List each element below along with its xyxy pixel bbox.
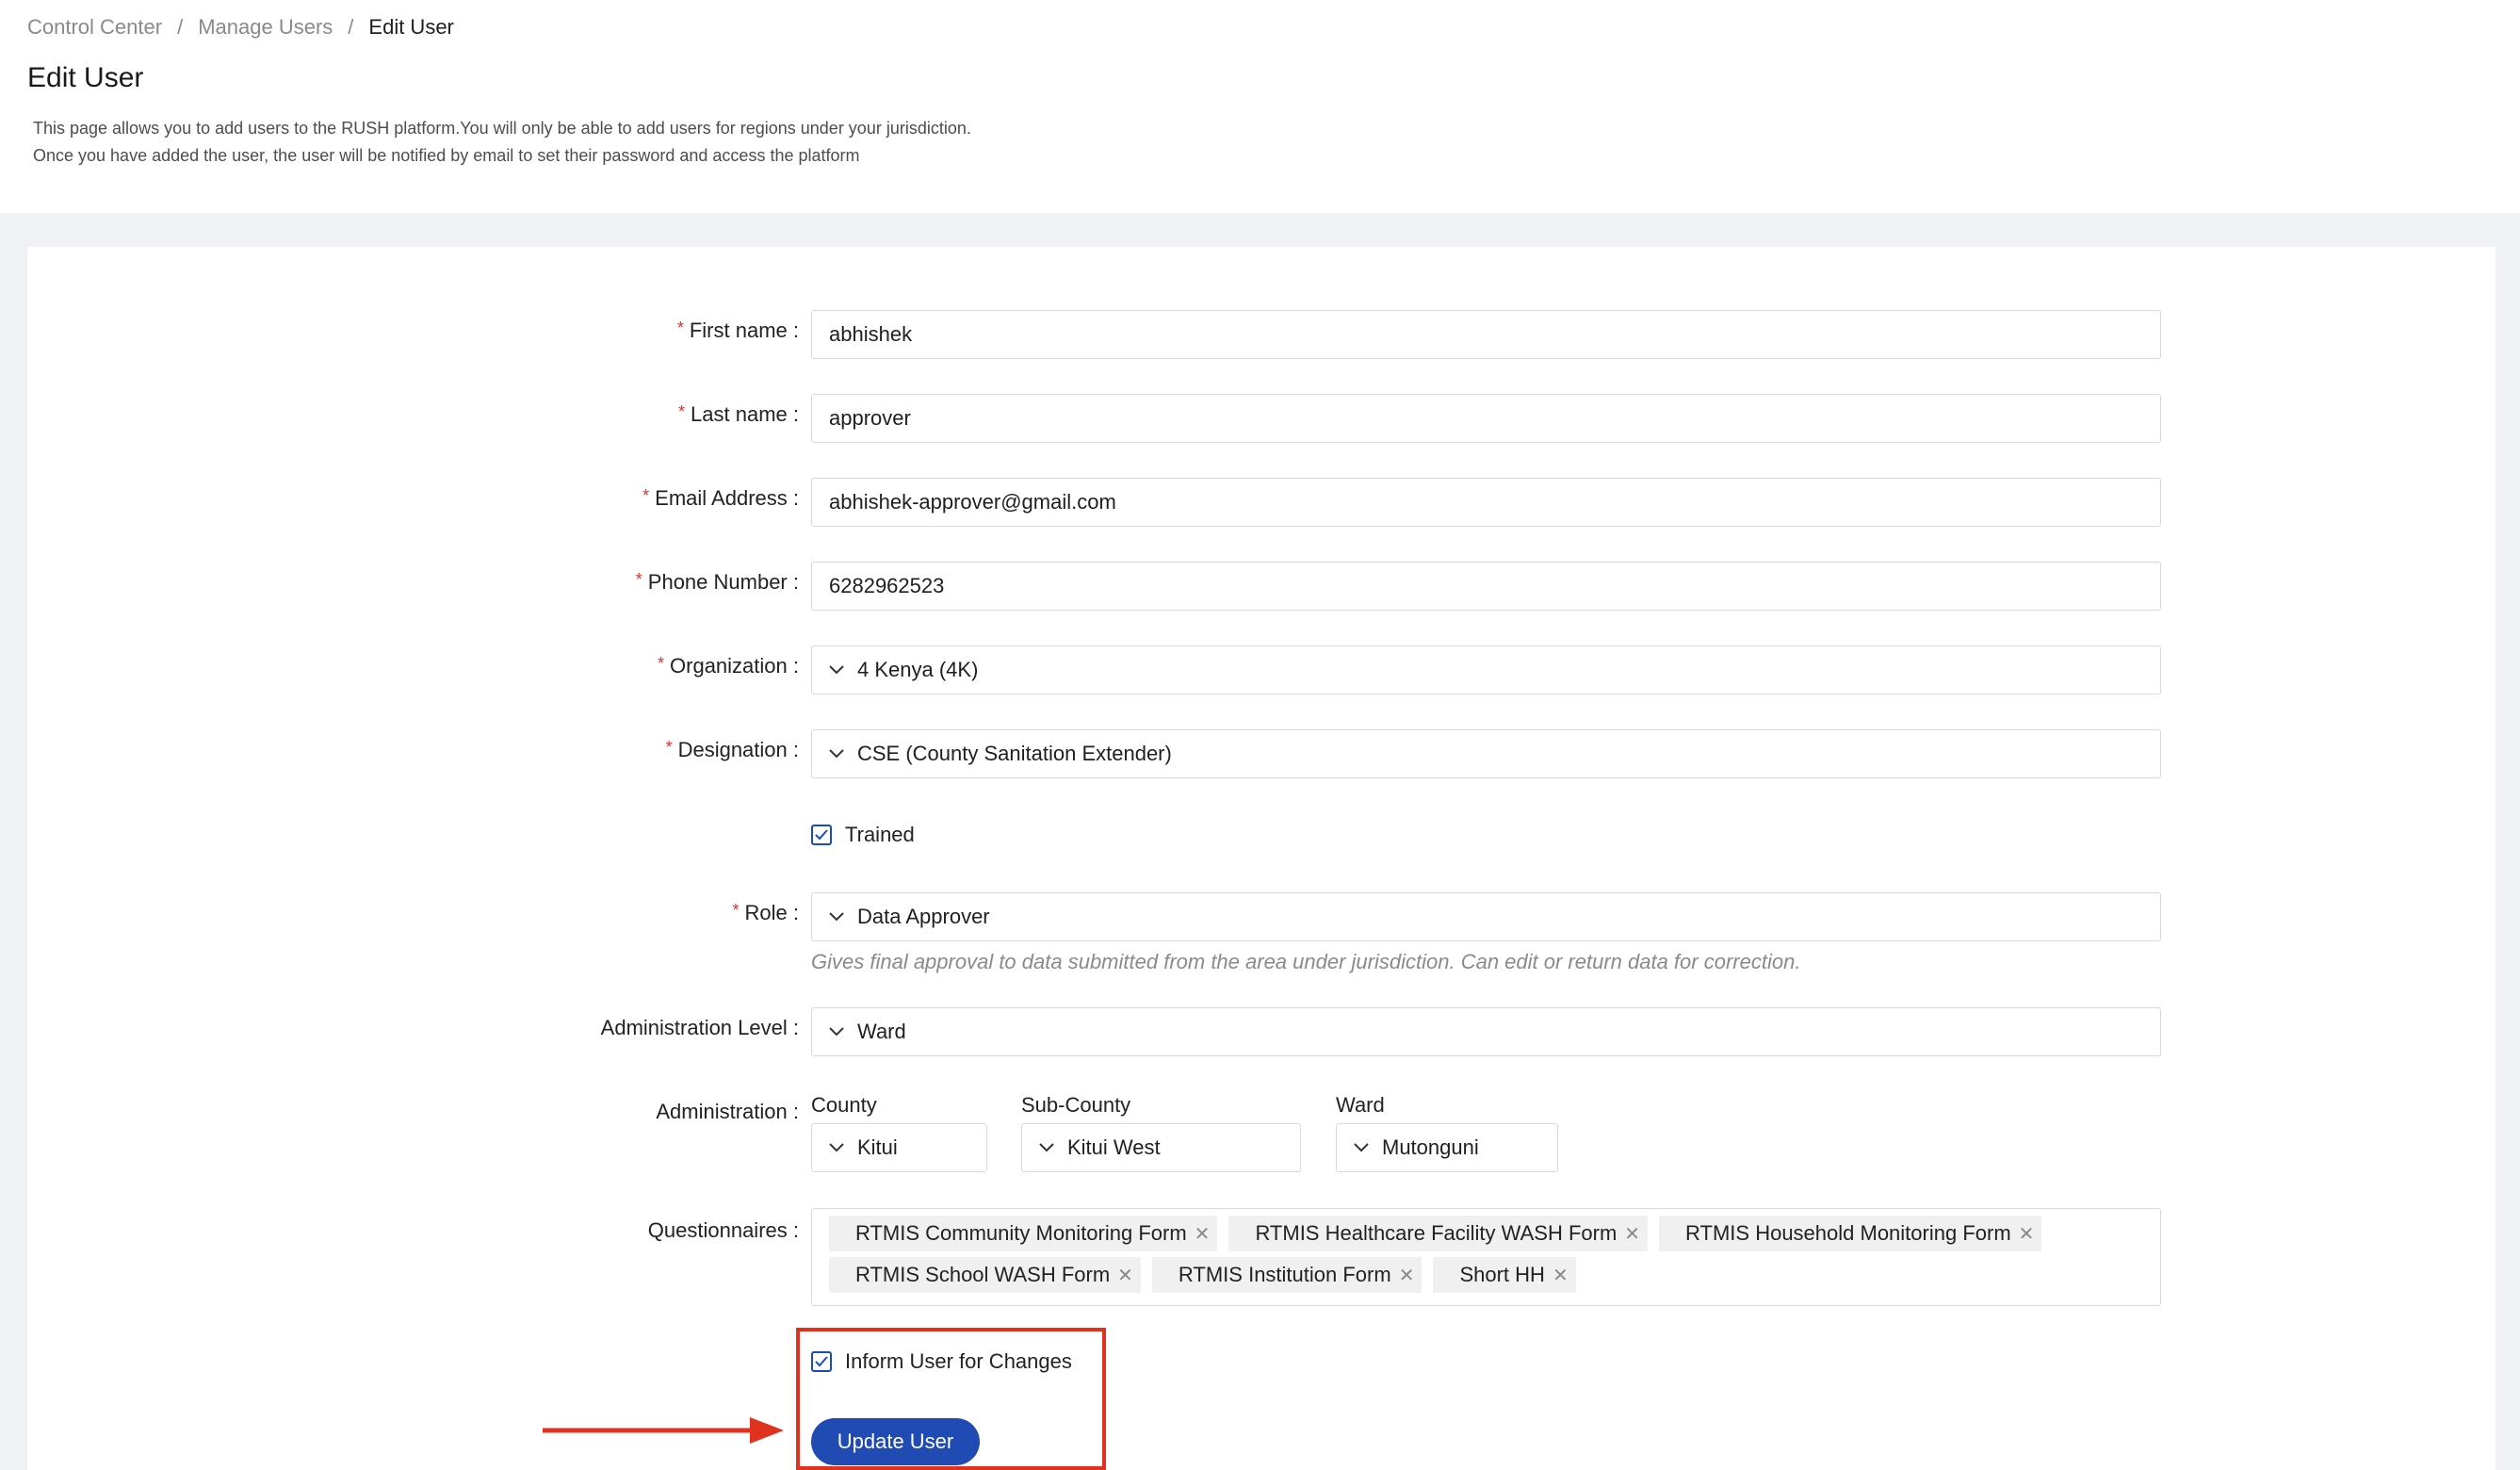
- required-mark: *: [658, 654, 665, 673]
- email-value: abhishek-approver@gmail.com: [829, 490, 1116, 514]
- email-input[interactable]: abhishek-approver@gmail.com: [811, 478, 2161, 527]
- chevron-down-icon: [829, 1143, 844, 1152]
- close-icon[interactable]: ✕: [2019, 1222, 2035, 1246]
- questionnaire-tag-label: Short HH: [1459, 1263, 1545, 1286]
- organization-value: 4 Kenya (4K): [857, 658, 979, 681]
- role-value: Data Approver: [857, 905, 990, 928]
- administration-label-text: Administration: [656, 1100, 788, 1123]
- county-select[interactable]: Kitui: [811, 1123, 987, 1172]
- close-icon[interactable]: ✕: [1399, 1264, 1415, 1287]
- questionnaires-select[interactable]: RTMIS Community Monitoring Form ✕ RTMIS …: [811, 1208, 2161, 1306]
- trained-label: Trained: [845, 823, 915, 846]
- chevron-down-icon: [1039, 1143, 1054, 1152]
- designation-value: CSE (County Sanitation Extender): [857, 742, 1172, 765]
- sub-county-select[interactable]: Kitui West: [1021, 1123, 1301, 1172]
- last-name-value: approver: [829, 406, 911, 430]
- required-mark: *: [676, 318, 684, 337]
- questionnaire-tag-label: RTMIS Community Monitoring Form: [855, 1221, 1187, 1245]
- ward-group: Ward Mutonguni: [1336, 1093, 1558, 1172]
- trained-checkbox-row[interactable]: Trained: [811, 823, 915, 847]
- phone-input[interactable]: 6282962523: [811, 562, 2161, 611]
- required-mark: *: [635, 570, 642, 589]
- chevron-down-icon: [829, 665, 844, 675]
- questionnaire-tag-label: RTMIS Healthcare Facility WASH Form: [1255, 1221, 1618, 1245]
- breadcrumb-current: Edit User: [368, 15, 454, 39]
- phone-value: 6282962523: [829, 574, 945, 597]
- sub-county-value: Kitui West: [1067, 1135, 1161, 1159]
- page-header: Control Center / Manage Users / Edit Use…: [0, 0, 2520, 213]
- sub-county-group: Sub-County Kitui West: [1021, 1093, 1301, 1172]
- arrow-right-icon: [543, 1417, 784, 1444]
- close-icon[interactable]: ✕: [1195, 1222, 1211, 1246]
- phone-label: * Phone Number :: [635, 570, 799, 594]
- chevron-down-icon: [1354, 1143, 1369, 1152]
- questionnaire-tag: RTMIS School WASH Form ✕: [829, 1257, 1141, 1293]
- county-group: County Kitui: [811, 1093, 987, 1172]
- designation-label-text: Designation: [677, 738, 788, 761]
- check-icon: [815, 829, 828, 841]
- last-name-label: * Last name :: [678, 402, 799, 426]
- role-label: * Role :: [732, 901, 800, 924]
- email-label-text: Email Address: [655, 486, 788, 510]
- required-mark: *: [642, 486, 650, 505]
- admin-level-select[interactable]: Ward: [811, 1007, 2161, 1056]
- role-label-text: Role: [744, 901, 788, 924]
- questionnaire-tag: Short HH ✕: [1433, 1257, 1576, 1293]
- required-mark: *: [732, 901, 740, 920]
- questionnaires-label: Questionnaires :: [647, 1218, 799, 1242]
- page-description-line: This page allows you to add users to the…: [33, 119, 971, 138]
- questionnaire-tag-label: RTMIS Institution Form: [1178, 1263, 1391, 1286]
- first-name-label-text: First name: [689, 318, 788, 342]
- phone-label-text: Phone Number: [647, 570, 788, 594]
- sub-county-label: Sub-County: [1021, 1093, 1131, 1117]
- questionnaire-tag: RTMIS Community Monitoring Form ✕: [829, 1216, 1218, 1251]
- admin-level-label-text: Administration Level: [600, 1016, 788, 1039]
- questionnaire-tag-label: RTMIS Household Monitoring Form: [1685, 1221, 2011, 1245]
- designation-label: * Designation :: [665, 738, 799, 761]
- admin-level-label: Administration Level :: [600, 1016, 799, 1039]
- county-label: County: [811, 1093, 877, 1117]
- chevron-down-icon: [829, 912, 844, 922]
- ward-label: Ward: [1336, 1093, 1385, 1117]
- close-icon[interactable]: ✕: [1553, 1264, 1569, 1287]
- breadcrumb: Control Center / Manage Users / Edit Use…: [27, 15, 454, 40]
- breadcrumb-control-center[interactable]: Control Center: [27, 15, 162, 40]
- organization-label-text: Organization: [670, 654, 788, 678]
- breadcrumb-manage-users[interactable]: Manage Users: [198, 15, 333, 40]
- last-name-input[interactable]: approver: [811, 394, 2161, 443]
- admin-level-value: Ward: [857, 1020, 906, 1043]
- organization-label: * Organization :: [658, 654, 799, 678]
- email-label: * Email Address :: [642, 486, 799, 510]
- role-hint: Gives final approval to data submitted f…: [811, 950, 1801, 973]
- breadcrumb-separator: /: [177, 15, 184, 39]
- last-name-label-text: Last name: [691, 402, 788, 426]
- designation-select[interactable]: CSE (County Sanitation Extender): [811, 729, 2161, 778]
- administration-label: Administration :: [656, 1100, 799, 1123]
- questionnaire-tag: RTMIS Institution Form ✕: [1151, 1257, 1423, 1293]
- chevron-down-icon: [829, 749, 844, 759]
- questionnaire-tag: RTMIS Healthcare Facility WASH Form ✕: [1228, 1216, 1649, 1251]
- close-icon[interactable]: ✕: [1624, 1222, 1640, 1246]
- trained-checkbox[interactable]: [811, 825, 832, 845]
- page-title: Edit User: [27, 62, 144, 93]
- questionnaire-tag: RTMIS Household Monitoring Form ✕: [1659, 1216, 2042, 1251]
- first-name-input[interactable]: abhishek: [811, 310, 2161, 359]
- ward-select[interactable]: Mutonguni: [1336, 1123, 1558, 1172]
- chevron-down-icon: [829, 1027, 844, 1037]
- county-value: Kitui: [857, 1135, 898, 1159]
- organization-select[interactable]: 4 Kenya (4K): [811, 645, 2161, 694]
- required-mark: *: [665, 738, 673, 757]
- required-mark: *: [678, 402, 686, 421]
- breadcrumb-separator: /: [348, 15, 354, 39]
- first-name-value: abhishek: [829, 322, 913, 346]
- page-description: This page allows you to add users to the…: [33, 115, 971, 170]
- page-description-line: Once you have added the user, the user w…: [33, 146, 860, 165]
- close-icon[interactable]: ✕: [1117, 1264, 1133, 1287]
- highlight-box: [796, 1328, 1106, 1470]
- questionnaire-tag-label: RTMIS School WASH Form: [855, 1263, 1111, 1286]
- first-name-label: * First name :: [676, 318, 799, 342]
- questionnaires-label-text: Questionnaires: [647, 1218, 788, 1242]
- ward-value: Mutonguni: [1382, 1135, 1479, 1159]
- role-select[interactable]: Data Approver: [811, 892, 2161, 941]
